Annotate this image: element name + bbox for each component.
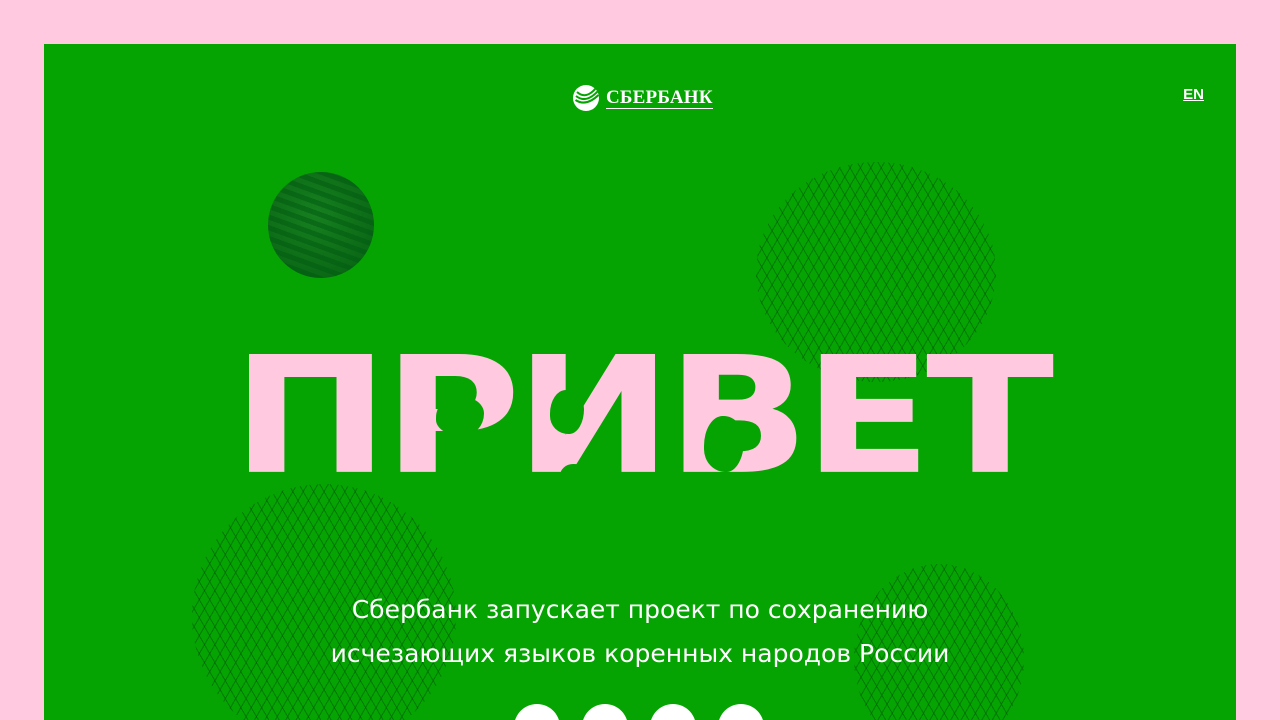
title-blob-decoration (560, 464, 588, 486)
title-blob-decoration (756, 488, 786, 514)
hero-subtitle: Сбербанк запускает проект по сохранению … (44, 588, 1236, 676)
vk-icon[interactable]: в (514, 704, 560, 720)
hero-panel: СБЕРБАНК EN ПРИВЕТ Сбербанк запускает пр… (44, 44, 1236, 720)
subtitle-line: Сбербанк запускает проект по сохранению (351, 595, 929, 624)
sberbank-logo[interactable]: СБЕРБАНК (572, 84, 713, 112)
decorative-sphere (268, 172, 374, 278)
odnoklassniki-icon[interactable]: o (718, 704, 764, 720)
title-blob-decoration (464, 448, 494, 478)
title-blob-decoration (704, 416, 744, 472)
title-blob-decoration (550, 390, 584, 434)
language-switch-link[interactable]: EN (1183, 86, 1204, 103)
sberbank-logo-icon (573, 85, 600, 111)
subtitle-line: исчезающих языков коренных народов Росси… (330, 639, 950, 668)
social-share-bar: в t f o (514, 704, 764, 720)
title-blob-decoration (436, 396, 484, 436)
twitter-icon[interactable]: t (582, 704, 628, 720)
facebook-icon[interactable]: f (650, 704, 696, 720)
logo-text: СБЕРБАНК (606, 86, 713, 109)
hero-title: ПРИВЕТ (231, 322, 1054, 511)
